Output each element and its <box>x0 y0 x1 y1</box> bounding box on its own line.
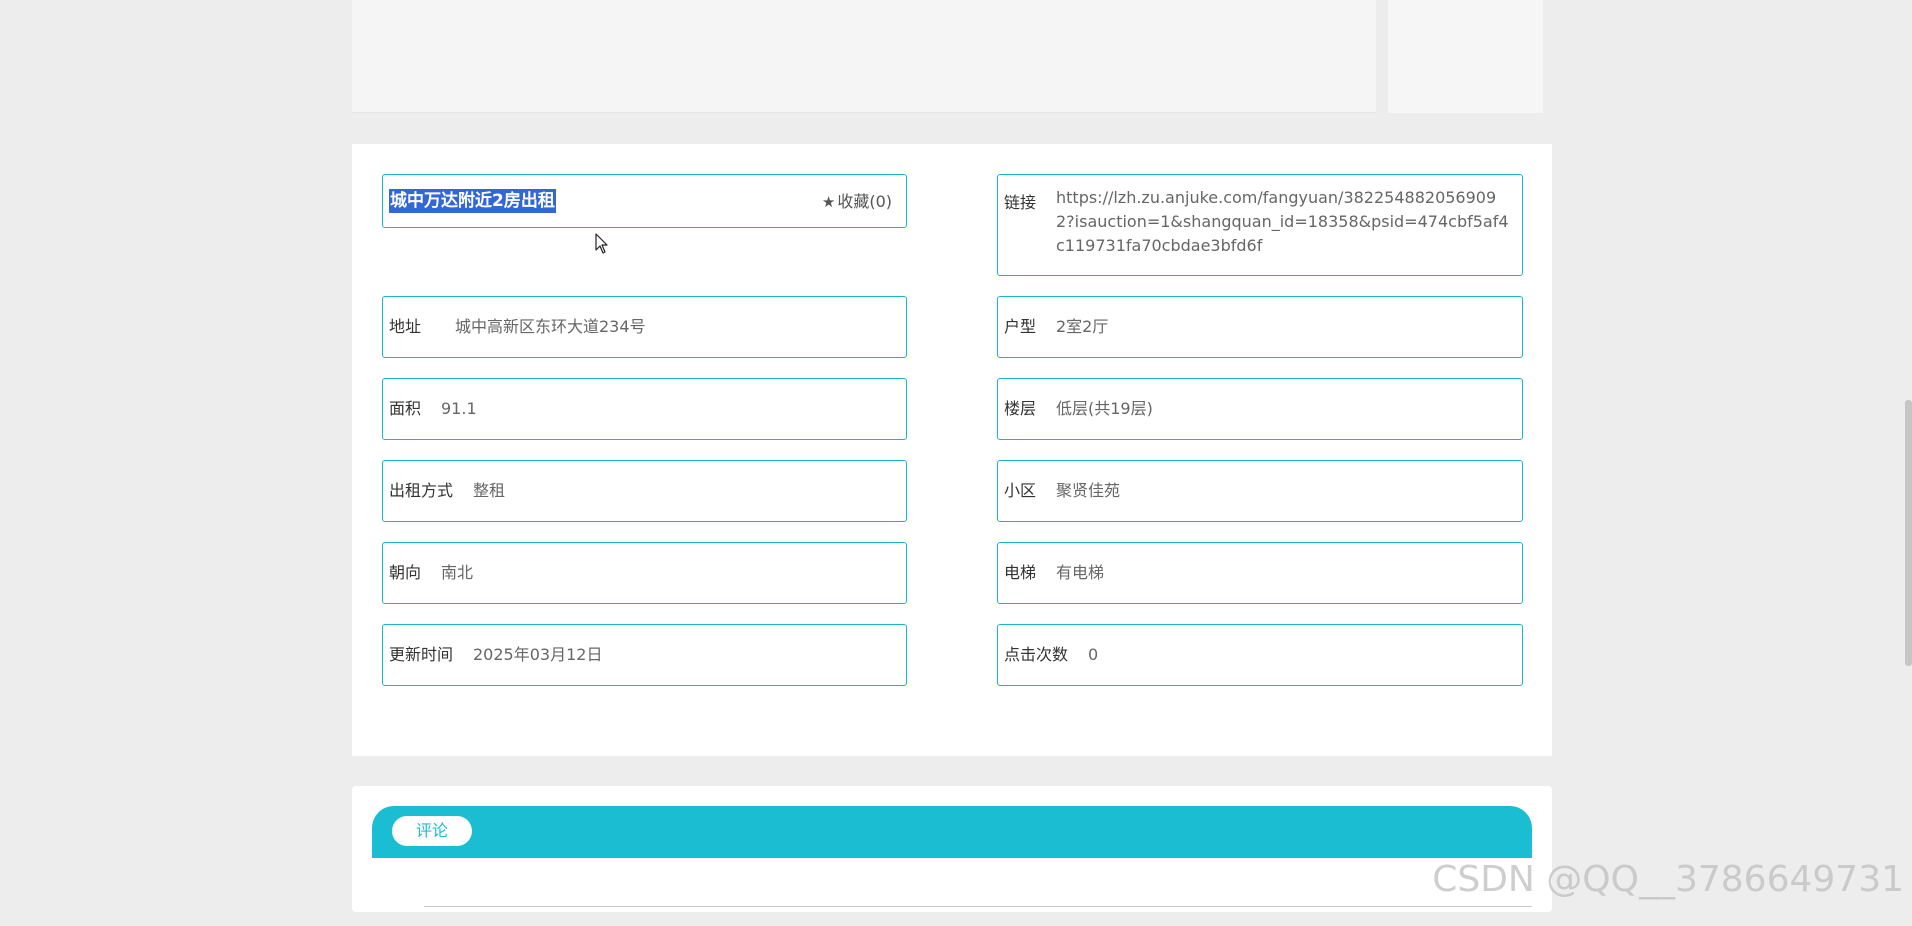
gallery-side-strip <box>1388 0 1543 113</box>
orientation-label: 朝向 <box>389 563 422 582</box>
rent-type-field: 出租方式 整租 <box>382 460 907 522</box>
gallery-divider <box>1376 0 1388 113</box>
clicks-label: 点击次数 <box>1004 645 1069 664</box>
listing-detail-card: 城中万达附近2房出租 ★ 收藏(0) 链接 https://lzh.zu.anju… <box>352 144 1552 756</box>
elevator-label: 电梯 <box>1004 563 1037 582</box>
listing-title[interactable]: 城中万达附近2房出租 <box>389 189 556 213</box>
updated-value: 2025年03月12日 <box>473 645 603 664</box>
csdn-watermark: CSDN @QQ__3786649731 <box>1432 859 1904 900</box>
orientation-field: 朝向 南北 <box>382 542 907 604</box>
layout-field: 户型 2室2厅 <box>997 296 1523 358</box>
favorite-button[interactable]: ★ 收藏(0) <box>822 190 892 214</box>
area-value: 91.1 <box>441 399 477 418</box>
floor-label: 楼层 <box>1004 399 1037 418</box>
rent-type-value: 整租 <box>473 481 506 500</box>
address-value: 城中高新区东环大道234号 <box>455 317 646 336</box>
elevator-value: 有电梯 <box>1056 563 1105 582</box>
floor-value: 低层(共19层) <box>1056 399 1153 418</box>
orientation-value: 南北 <box>441 563 474 582</box>
address-field: 地址 城中高新区东环大道234号 <box>382 296 907 358</box>
star-icon: ★ <box>821 193 836 211</box>
updated-field: 更新时间 2025年03月12日 <box>382 624 907 686</box>
mouse-cursor-icon <box>595 233 608 254</box>
link-label: 链接 <box>1004 193 1037 212</box>
scrollbar-thumb[interactable] <box>1905 400 1912 666</box>
favorite-label: 收藏(0) <box>837 192 892 211</box>
link-value[interactable]: https://lzh.zu.anjuke.com/fangyuan/38225… <box>1056 186 1512 258</box>
title-field: 城中万达附近2房出租 ★ 收藏(0) <box>382 174 907 228</box>
area-field: 面积 91.1 <box>382 378 907 440</box>
comment-input[interactable] <box>424 906 1532 926</box>
area-label: 面积 <box>389 399 422 418</box>
comment-section: 评论 <box>352 786 1552 912</box>
link-field: 链接 https://lzh.zu.anjuke.com/fangyuan/38… <box>997 174 1523 276</box>
clicks-value: 0 <box>1088 645 1099 664</box>
community-label: 小区 <box>1004 481 1037 500</box>
rent-type-label: 出租方式 <box>389 481 454 500</box>
updated-label: 更新时间 <box>389 645 454 664</box>
address-label: 地址 <box>389 317 422 336</box>
community-value: 聚贤佳苑 <box>1056 481 1121 500</box>
clicks-field: 点击次数 0 <box>997 624 1523 686</box>
floor-field: 楼层 低层(共19层) <box>997 378 1523 440</box>
community-field: 小区 聚贤佳苑 <box>997 460 1523 522</box>
elevator-field: 电梯 有电梯 <box>997 542 1523 604</box>
layout-value: 2室2厅 <box>1056 317 1109 336</box>
comment-header-bar: 评论 <box>372 806 1532 858</box>
layout-label: 户型 <box>1004 317 1037 336</box>
image-gallery-panel <box>352 0 1543 113</box>
tab-comments[interactable]: 评论 <box>392 816 472 846</box>
